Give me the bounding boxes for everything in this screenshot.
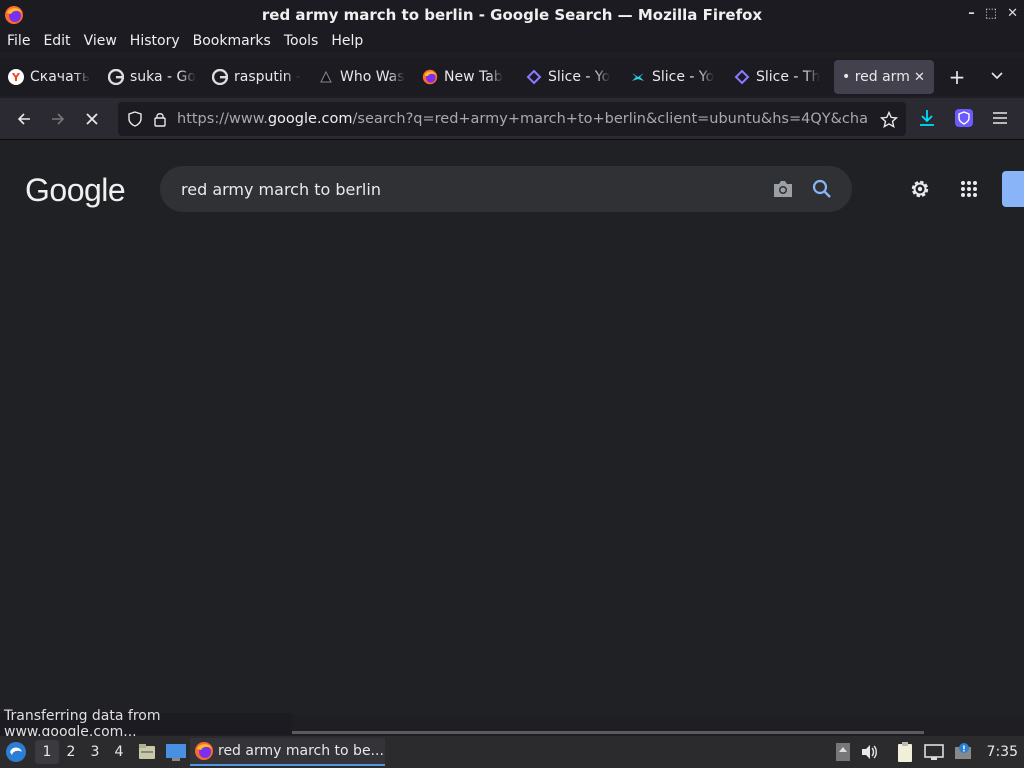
tab[interactable]: New Tab: [414, 60, 518, 94]
apps-grid-icon[interactable]: [960, 180, 978, 198]
tab-active[interactable]: • red arm ✕: [834, 60, 934, 94]
tab[interactable]: Y Скачать: [0, 60, 100, 94]
tab-label: Who Was: [340, 69, 405, 85]
minimize-button[interactable]: –: [968, 6, 975, 21]
extension-shield-icon: [955, 109, 973, 127]
close-window-button[interactable]: ✕: [1007, 6, 1018, 21]
workspace-3[interactable]: 3: [83, 740, 107, 764]
slice-cyan-icon: [630, 69, 646, 85]
back-button[interactable]: [7, 102, 41, 136]
menu-bookmarks[interactable]: Bookmarks: [186, 33, 277, 49]
menu-history[interactable]: History: [123, 33, 186, 49]
tab-label: suka - Go: [130, 69, 196, 85]
stop-x-icon: [86, 112, 98, 125]
task-title: red army march to be...: [218, 743, 384, 759]
desktop-taskbar: 1 2 3 4 red army march to be... ! 7:35: [0, 736, 1024, 768]
url-text[interactable]: https://www.google.com/search?q=red+army…: [177, 111, 867, 127]
tab[interactable]: rasputin -: [204, 60, 310, 94]
desktop-icon[interactable]: [165, 742, 187, 762]
workspace-4[interactable]: 4: [107, 740, 131, 764]
navigation-toolbar: https://www.google.com/search?q=red+army…: [0, 98, 1024, 140]
lock-icon[interactable]: [153, 111, 167, 127]
extension-button[interactable]: [953, 107, 975, 133]
tab-label: • red arm: [842, 69, 910, 85]
list-tabs-button[interactable]: [982, 69, 1012, 85]
forward-button[interactable]: [41, 102, 75, 136]
network-icon[interactable]: [923, 742, 945, 762]
camera-icon[interactable]: [772, 179, 794, 199]
settings-gear-icon[interactable]: [908, 177, 932, 201]
tab-label: Slice - Yo: [548, 69, 611, 85]
slice-icon: [526, 69, 542, 85]
tab-label: rasputin -: [234, 69, 302, 85]
firefox-icon: [195, 742, 213, 760]
firefox-icon[interactable]: [4, 5, 24, 25]
window-titlebar: red army march to berlin - Google Search…: [0, 0, 1024, 30]
url-bar[interactable]: https://www.google.com/search?q=red+army…: [118, 102, 906, 136]
menu-edit[interactable]: Edit: [36, 33, 76, 49]
svg-text:Y: Y: [11, 71, 21, 84]
url-prefix: https://www.: [177, 111, 268, 127]
chevron-down-icon: [991, 72, 1003, 80]
window-title: red army march to berlin - Google Search…: [261, 6, 763, 24]
system-tray: ! 7:35: [835, 736, 1024, 768]
menu-help[interactable]: Help: [324, 33, 369, 49]
stop-button[interactable]: [75, 102, 109, 136]
google-logo[interactable]: Google: [25, 172, 126, 209]
arrow-left-icon: [17, 112, 30, 125]
status-bar: Transferring data from www.google.com...: [0, 708, 292, 740]
search-icon[interactable]: [812, 179, 832, 199]
workspace-2[interactable]: 2: [59, 740, 83, 764]
loading-progress: [292, 731, 924, 734]
tray-up-arrow-icon[interactable]: [835, 742, 851, 762]
app-menu-button[interactable]: [990, 108, 1010, 132]
tab[interactable]: Slice - Yo: [518, 60, 622, 94]
tab[interactable]: Who Was: [310, 60, 414, 94]
taskbar-firefox-window[interactable]: red army march to be...: [190, 738, 385, 766]
clock: 7:35: [986, 744, 1018, 760]
firefox-icon: [422, 69, 438, 85]
tab-bar: Y Скачать suka - Go rasputin - Who Was N…: [0, 58, 1024, 96]
start-menu-icon[interactable]: [5, 741, 27, 763]
page-content: Google red army march to berlin: [0, 140, 1024, 715]
search-query: red army march to berlin: [181, 179, 381, 199]
tab[interactable]: Slice - Yo: [622, 60, 726, 94]
bookmark-star-icon[interactable]: [880, 111, 898, 129]
clipboard-icon[interactable]: [895, 741, 915, 763]
menu-bar: File Edit View History Bookmarks Tools H…: [0, 30, 1024, 52]
volume-icon[interactable]: [859, 742, 879, 762]
tab-label: Скачать: [30, 69, 91, 85]
tab-label: New Tab: [444, 69, 503, 85]
google-icon: [108, 69, 124, 85]
menu-tools[interactable]: Tools: [277, 33, 325, 49]
svg-text:!: !: [962, 745, 966, 754]
downloads-button[interactable]: [916, 107, 938, 133]
maximize-button[interactable]: ⬚: [985, 6, 997, 21]
download-icon: [920, 110, 934, 126]
new-tab-button[interactable]: +: [942, 65, 972, 89]
site-icon: [318, 69, 334, 85]
close-tab-icon[interactable]: ✕: [914, 70, 925, 85]
url-path: /search?q=red+army+march+to+berlin&clien…: [352, 111, 867, 127]
search-input[interactable]: red army march to berlin: [160, 166, 852, 212]
tab-label: Slice - Yo: [652, 69, 715, 85]
update-notification-icon[interactable]: !: [953, 742, 973, 762]
sign-in-button[interactable]: [1002, 171, 1024, 207]
tab-label: Slice - Th: [756, 69, 821, 85]
url-domain: google.com: [267, 111, 353, 127]
slice-icon: [734, 69, 750, 85]
menu-view[interactable]: View: [77, 33, 123, 49]
tab[interactable]: suka - Go: [100, 60, 204, 94]
menu-file[interactable]: File: [0, 33, 36, 49]
google-icon: [212, 69, 228, 85]
hamburger-menu-icon: [993, 112, 1007, 124]
tab[interactable]: Slice - Th: [726, 60, 830, 94]
arrow-right-icon: [52, 112, 65, 125]
shield-icon[interactable]: [127, 111, 143, 127]
yandex-icon: Y: [8, 69, 24, 85]
workspace-1[interactable]: 1: [35, 740, 59, 764]
file-manager-icon[interactable]: [137, 742, 157, 762]
